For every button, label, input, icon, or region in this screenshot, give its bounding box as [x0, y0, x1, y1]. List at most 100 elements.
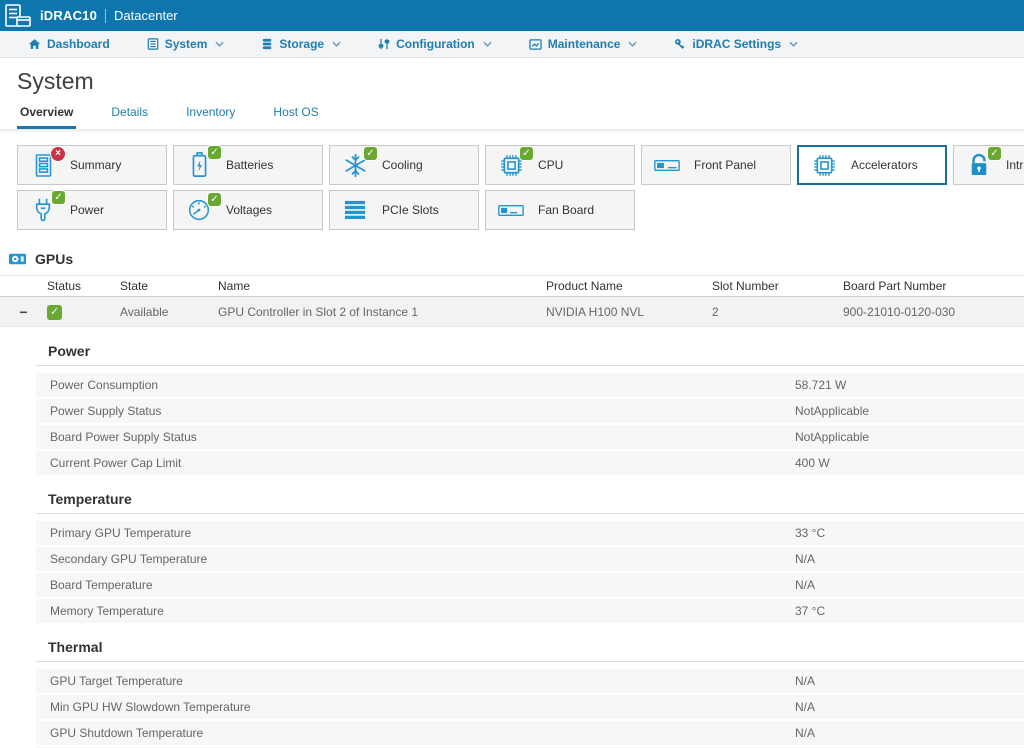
detail-value: NotApplicable: [795, 425, 1024, 449]
card-cooling[interactable]: Cooling: [329, 145, 479, 185]
detail-row: Power Supply Status NotApplicable: [36, 399, 1024, 423]
collapse-row-icon[interactable]: −: [0, 304, 47, 320]
detail-label: Board Temperature: [50, 573, 795, 597]
pcie-slots-icon: [341, 200, 369, 221]
section-title: Thermal: [36, 639, 1024, 662]
card-accelerators[interactable]: Accelerators: [797, 145, 947, 185]
chevron-down-icon: [628, 41, 637, 47]
col-state: State: [120, 279, 218, 293]
detail-label: Primary GPU Temperature: [50, 521, 795, 545]
col-board-part-number: Board Part Number: [843, 279, 1024, 293]
detail-label: Secondary GPU Temperature: [50, 547, 795, 571]
cpu-icon: [497, 153, 525, 178]
card-fan-board[interactable]: Fan Board: [485, 190, 635, 230]
status-badge: [520, 147, 533, 160]
gpu-state: Available: [120, 305, 218, 319]
plug-icon: [29, 197, 57, 224]
detail-value: 400 W: [795, 451, 1024, 475]
detail-value: 58.721 W: [795, 373, 1024, 397]
status-badge: [208, 193, 221, 206]
detail-value: N/A: [795, 721, 1024, 745]
front-panel-icon: [653, 159, 681, 172]
card-intrusion[interactable]: Intrusion: [953, 145, 1024, 185]
detail-row: GPU Target Temperature N/A: [36, 669, 1024, 693]
gpu-product-name: NVIDIA H100 NVL: [546, 305, 712, 319]
category-cards: Summary Batteries Cooling CPU: [0, 145, 1024, 235]
status-badge: [364, 147, 377, 160]
status-badge: [988, 147, 1001, 160]
card-summary[interactable]: Summary: [17, 145, 167, 185]
section-title: Power: [36, 343, 1024, 366]
tab-details[interactable]: Details: [108, 103, 151, 129]
gpu-board-part-number: 900-21010-0120-030: [843, 305, 1024, 319]
detail-row: Current Power Cap Limit 400 W: [36, 451, 1024, 475]
card-front-panel[interactable]: Front Panel: [641, 145, 791, 185]
license-edition: Datacenter: [114, 8, 178, 23]
status-badge: [51, 147, 65, 161]
gpu-row: − ✓ Available GPU Controller in Slot 2 o…: [0, 297, 1024, 327]
brand-divider: [105, 9, 106, 23]
tab-overview[interactable]: Overview: [17, 103, 76, 129]
detail-value: N/A: [795, 547, 1024, 571]
gpus-section-header: GPUs: [8, 251, 1024, 267]
detail-label: Min GPU HW Slowdown Temperature: [50, 695, 795, 719]
card-cpu[interactable]: CPU: [485, 145, 635, 185]
detail-label: GPU Shutdown Temperature: [50, 721, 795, 745]
tab-host-os[interactable]: Host OS: [270, 103, 321, 129]
gpus-table: Status State Name Product Name Slot Numb…: [0, 275, 1024, 327]
detail-row: Power Consumption 58.721 W: [36, 373, 1024, 397]
gpu-name: GPU Controller in Slot 2 of Instance 1: [218, 305, 546, 319]
maintenance-icon: [529, 39, 542, 50]
detail-value: N/A: [795, 695, 1024, 719]
summary-icon: [29, 153, 57, 178]
key-icon: [674, 38, 686, 50]
nav-dashboard[interactable]: Dashboard: [28, 37, 110, 51]
system-icon: [147, 38, 159, 50]
card-batteries[interactable]: Batteries: [173, 145, 323, 185]
col-name: Name: [218, 279, 546, 293]
gpu-card-icon: [8, 252, 27, 266]
detail-row: Primary GPU Temperature 33 °C: [36, 521, 1024, 545]
detail-label: Current Power Cap Limit: [50, 451, 795, 475]
detail-row: Memory Temperature 37 °C: [36, 599, 1024, 623]
card-voltages[interactable]: Voltages: [173, 190, 323, 230]
title-bar: iDRAC10 Datacenter: [0, 0, 1024, 31]
gauge-icon: [185, 199, 213, 221]
brand-name: iDRAC10: [40, 8, 97, 23]
card-power[interactable]: Power: [17, 190, 167, 230]
power-section: Power Power Consumption 58.721 W Power S…: [36, 343, 1024, 475]
idrac-logo-icon: [5, 4, 32, 28]
chevron-down-icon: [789, 41, 798, 47]
detail-value: NotApplicable: [795, 399, 1024, 423]
card-pcie-slots[interactable]: PCIe Slots: [329, 190, 479, 230]
main-nav: Dashboard System Storage Configuration M…: [0, 31, 1024, 58]
nav-system[interactable]: System: [147, 37, 225, 51]
section-title: Temperature: [36, 491, 1024, 514]
gpu-details: Power Power Consumption 58.721 W Power S…: [36, 343, 1024, 748]
nav-idrac-settings[interactable]: iDRAC Settings: [674, 37, 798, 51]
col-product-name: Product Name: [546, 279, 712, 293]
detail-value: N/A: [795, 669, 1024, 693]
chevron-down-icon: [332, 41, 341, 47]
nav-configuration[interactable]: Configuration: [378, 37, 492, 51]
col-status: Status: [47, 279, 120, 293]
status-badge: [208, 146, 221, 159]
temperature-section: Temperature Primary GPU Temperature 33 °…: [36, 491, 1024, 623]
fan-board-icon: [497, 204, 525, 217]
nav-maintenance[interactable]: Maintenance: [529, 37, 638, 51]
nav-storage[interactable]: Storage: [261, 37, 341, 51]
gpus-section-title: GPUs: [35, 251, 73, 267]
thermal-section: Thermal GPU Target Temperature N/A Min G…: [36, 639, 1024, 748]
detail-value: 37 °C: [795, 599, 1024, 623]
detail-value: 33 °C: [795, 521, 1024, 545]
detail-label: Memory Temperature: [50, 599, 795, 623]
page-title: System: [17, 68, 1024, 95]
detail-label: Power Supply Status: [50, 399, 795, 423]
system-tabs: Overview Details Inventory Host OS: [0, 103, 1024, 129]
detail-label: GPU Target Temperature: [50, 669, 795, 693]
storage-icon: [261, 38, 273, 50]
accelerator-chip-icon: [810, 153, 838, 178]
lock-icon: [965, 153, 993, 177]
tab-inventory[interactable]: Inventory: [183, 103, 238, 129]
chevron-down-icon: [483, 41, 492, 47]
